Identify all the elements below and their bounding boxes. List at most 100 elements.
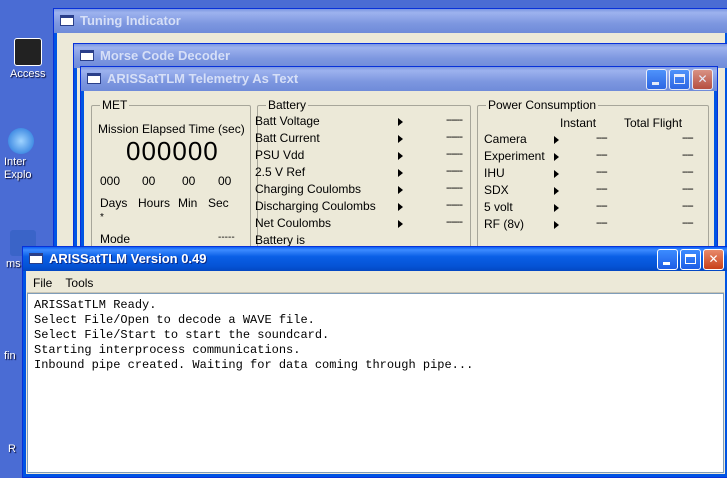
power-row-label: Experiment: [484, 149, 545, 163]
mode-label: Mode: [100, 232, 131, 246]
battery-row-label: 2.5 V Ref: [255, 165, 306, 179]
window-icon: [60, 15, 74, 26]
total-flight-column-header: Total Flight: [624, 116, 683, 130]
power-row-label: IHU: [484, 166, 505, 180]
power-consumption-group: Power Consumption Instant Total Flight C…: [477, 98, 709, 267]
battery-row-value: ------: [446, 182, 463, 194]
desktop-icon-internet-explorer[interactable]: Inter Explo: [4, 128, 44, 182]
mode-value: -----: [218, 232, 235, 243]
battery-row-label: Battery is: [255, 233, 306, 247]
menu-tools[interactable]: Tools: [61, 274, 97, 292]
minimize-button[interactable]: [646, 69, 667, 90]
group-title: Battery: [266, 98, 309, 112]
power-row-label: 5 volt: [484, 200, 513, 214]
close-icon: ✕: [708, 252, 719, 266]
power-instant-value: ----: [596, 183, 608, 195]
expand-arrow-icon[interactable]: [554, 187, 559, 195]
telemetry-window[interactable]: ARISSatTLM Telemetry As Text ✕ MET Missi…: [80, 66, 718, 270]
power-total-value: ----: [682, 166, 694, 178]
battery-row-value: ------: [446, 131, 463, 143]
instant-column-header: Instant: [560, 116, 597, 130]
close-button[interactable]: ✕: [692, 69, 713, 90]
window-icon: [87, 73, 101, 84]
window-icon: [29, 253, 43, 264]
morse-decoder-titlebar[interactable]: Morse Code Decoder: [74, 44, 727, 68]
group-title: MET: [100, 98, 130, 112]
window-icon: [80, 50, 94, 61]
telemetry-titlebar[interactable]: ARISSatTLM Telemetry As Text ✕: [81, 67, 717, 91]
battery-row-value: ------: [446, 165, 463, 177]
met-days-label: Days: [100, 196, 128, 210]
battery-row-label: Net Coulombs: [255, 216, 332, 230]
met-sec-label: Sec: [208, 196, 229, 210]
internet-explorer-icon: [8, 128, 34, 154]
battery-row-value: ------: [446, 114, 463, 126]
main-titlebar[interactable]: ARISSatTLM Version 0.49 ✕: [23, 247, 727, 271]
met-group: MET Mission Elapsed Time (sec) 000000 00…: [91, 98, 251, 267]
expand-arrow-icon[interactable]: [554, 136, 559, 144]
battery-row-label: Batt Current: [255, 131, 320, 145]
desktop-icon-access[interactable]: Access: [10, 38, 50, 81]
expand-arrow-icon[interactable]: [554, 153, 559, 161]
power-total-value: ----: [682, 200, 694, 212]
battery-row-label: PSU Vdd: [255, 148, 305, 162]
main-version-window[interactable]: ARISSatTLM Version 0.49 ✕ File Tools ARI…: [22, 246, 727, 478]
tuning-indicator-titlebar[interactable]: Tuning Indicator: [54, 9, 727, 33]
log-output[interactable]: ARISSatTLM Ready. Select File/Open to de…: [27, 293, 724, 473]
power-instant-value: ----: [596, 217, 608, 229]
expand-arrow-icon[interactable]: [398, 118, 403, 126]
expand-arrow-icon[interactable]: [398, 186, 403, 194]
close-icon: ✕: [697, 72, 708, 86]
power-row-label: SDX: [484, 183, 509, 197]
power-total-value: ----: [682, 183, 694, 195]
power-total-value: ----: [682, 132, 694, 144]
menu-bar: File Tools: [27, 274, 724, 293]
maximize-button[interactable]: [669, 69, 690, 90]
log-line: Starting interprocess communications.: [34, 343, 301, 357]
power-row-label: Camera: [484, 132, 527, 146]
expand-arrow-icon[interactable]: [398, 203, 403, 211]
expand-arrow-icon[interactable]: [398, 169, 403, 177]
met-days-value: 000: [100, 174, 121, 188]
group-title: Power Consumption: [486, 98, 599, 112]
expand-arrow-icon[interactable]: [398, 220, 403, 228]
battery-row-value: ------: [446, 199, 463, 211]
window-title: ARISSatTLM Telemetry As Text: [107, 71, 299, 86]
expand-arrow-icon[interactable]: [398, 152, 403, 160]
minimize-icon: [652, 82, 659, 85]
log-line: Select File/Start to start the soundcard…: [34, 328, 330, 342]
access-shortcut-icon: [14, 38, 42, 66]
close-button[interactable]: ✕: [703, 249, 724, 270]
met-sec-value: 00: [218, 174, 232, 188]
power-instant-value: ----: [596, 132, 608, 144]
expand-arrow-icon[interactable]: [554, 204, 559, 212]
battery-row-value: ------: [446, 148, 463, 160]
expand-arrow-icon[interactable]: [398, 135, 403, 143]
power-total-value: ----: [682, 217, 694, 229]
log-line: Select File/Open to decode a WAVE file.: [34, 313, 315, 327]
met-min-value: 00: [182, 174, 196, 188]
menu-file[interactable]: File: [29, 274, 56, 292]
met-label: Mission Elapsed Time (sec): [98, 122, 245, 136]
minimize-button[interactable]: [657, 249, 678, 270]
battery-row-label: Batt Voltage: [255, 114, 320, 128]
met-hours-value: 00: [142, 174, 156, 188]
battery-group: Battery Batt Voltage ------ Batt Current --…: [255, 98, 471, 267]
window-title: ARISSatTLM Version 0.49: [49, 251, 207, 266]
power-instant-value: ----: [596, 200, 608, 212]
power-instant-value: ----: [596, 149, 608, 161]
battery-row-value: ------: [446, 216, 463, 228]
minimize-icon: [663, 262, 670, 265]
met-marker: *: [100, 212, 104, 223]
log-line: ARISSatTLM Ready.: [34, 298, 157, 312]
met-min-label: Min: [178, 196, 198, 210]
battery-row-label: Charging Coulombs: [255, 182, 362, 196]
power-total-value: ----: [682, 149, 694, 161]
expand-arrow-icon[interactable]: [554, 221, 559, 229]
desktop-icon-label: Inter Explo: [4, 156, 32, 181]
maximize-button[interactable]: [680, 249, 701, 270]
met-counter: 000000: [126, 136, 219, 166]
met-hours-label: Hours: [138, 196, 171, 210]
window-title: Morse Code Decoder: [100, 48, 231, 63]
expand-arrow-icon[interactable]: [554, 170, 559, 178]
